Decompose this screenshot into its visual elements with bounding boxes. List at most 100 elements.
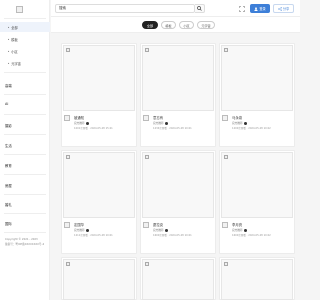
card-thumbnail[interactable] [142, 45, 214, 111]
login-button[interactable]: 登录 [250, 4, 270, 13]
sidebar-item-label: 元宇宙 [11, 61, 21, 66]
sidebar-divider [4, 154, 46, 155]
card-thumbnail[interactable] [63, 152, 135, 218]
sidebar-item-label: 房屋 [5, 183, 12, 188]
chevron-right-icon: ▸ [8, 61, 10, 65]
content-card[interactable] [140, 257, 216, 300]
card-owner-label: 官方推荐 [74, 228, 85, 232]
sidebar-item-photography[interactable]: 摄影 [0, 120, 50, 130]
card-meta: 1234次观看 · 2024-05-28 10:01 [153, 127, 192, 130]
card-title[interactable]: 定国华 [74, 222, 84, 227]
card-meta: 1211次观看 · 2024-05-28 10:01 [74, 234, 113, 237]
chevron-right-icon: ▸ [8, 49, 10, 53]
sidebar-item-ai[interactable]: AI [0, 99, 50, 109]
broken-image-icon [145, 262, 149, 266]
card-title[interactable]: 李月亮 [232, 222, 242, 227]
sidebar-divider [4, 134, 46, 135]
card-thumbnail[interactable] [63, 45, 135, 111]
broken-image-icon [66, 262, 70, 266]
sidebar-item-life[interactable]: 生活 [0, 140, 50, 150]
verified-badge-icon [165, 121, 169, 125]
content-card[interactable]: 李月亮 官方推荐 1600次观看 · 2024-05-28 10:02 [219, 150, 295, 254]
broken-image-icon [224, 155, 228, 159]
share-button-label: 分享 [282, 7, 290, 11]
content-card[interactable]: 马永泉 官方推荐 1200次观看 · 2024-05-28 10:02 [219, 43, 295, 147]
card-owner: 官方推荐 [74, 228, 90, 232]
card-title[interactable]: 蘑拉克 [153, 222, 163, 227]
content-card[interactable]: 意忘有 官方推荐 1234次观看 · 2024-05-28 10:01 [140, 43, 216, 147]
sidebar-divider [4, 114, 46, 115]
card-owner: 官方推荐 [153, 228, 169, 232]
card-owner: 官方推荐 [74, 121, 90, 125]
card-owner: 官方推荐 [232, 228, 248, 232]
search-input-value: 搜索 [59, 6, 66, 10]
sidebar-item-housing[interactable]: 房屋 [0, 180, 50, 190]
broken-image-icon [145, 155, 149, 159]
content-card[interactable] [61, 257, 137, 300]
card-avatar [64, 222, 70, 228]
verified-badge-icon [165, 228, 169, 232]
card-title[interactable]: 意忘有 [153, 115, 163, 120]
filter-chip-community[interactable]: 小区 [179, 21, 194, 29]
card-thumbnail[interactable] [142, 152, 214, 218]
sidebar-item-all[interactable]: ▸ 全部 [0, 22, 50, 32]
top-header: 搜索 登录 分享 [51, 0, 300, 17]
card-thumbnail[interactable] [142, 259, 214, 300]
filter-chip-all[interactable]: 全部 [142, 21, 158, 29]
sidebar-item-international[interactable]: 国际 [0, 218, 50, 228]
sidebar-item-templates[interactable]: ▸ 模板 [0, 34, 50, 44]
card-avatar [222, 222, 228, 228]
sidebar-item-community[interactable]: ▸ 小区 [0, 46, 50, 56]
card-owner: 官方推荐 [153, 121, 169, 125]
user-icon [254, 6, 258, 11]
card-owner-label: 官方推荐 [153, 228, 164, 232]
sidebar-divider [4, 174, 46, 175]
sidebar-item-label: 国际 [5, 221, 12, 226]
card-thumbnail[interactable] [221, 152, 293, 218]
search-icon [197, 6, 202, 11]
card-title[interactable]: 被通知 [74, 115, 84, 120]
sidebar-divider [4, 72, 46, 73]
broken-image-icon [66, 155, 70, 159]
search-button[interactable] [195, 4, 205, 13]
card-owner-label: 官方推荐 [232, 121, 243, 125]
sidebar-item-label: 模板 [11, 37, 18, 42]
filter-chip-metaverse[interactable]: 元宇宙 [197, 21, 215, 29]
verified-badge-icon [86, 121, 90, 125]
content-card[interactable]: 定国华 官方推荐 1211次观看 · 2024-05-28 10:01 [61, 150, 137, 254]
card-thumbnail[interactable] [63, 259, 135, 300]
verified-badge-icon [244, 121, 248, 125]
card-thumbnail[interactable] [221, 259, 293, 300]
sidebar-item-premium[interactable]: 高端 [0, 80, 50, 90]
search-input[interactable]: 搜索 [55, 4, 195, 13]
content-card[interactable]: 蘑拉克 官方推荐 1600次观看 · 2024-05-28 10:01 [140, 150, 216, 254]
sidebar-divider [4, 18, 46, 19]
fullscreen-icon[interactable] [238, 5, 245, 12]
card-title[interactable]: 马永泉 [232, 115, 242, 120]
content-card[interactable] [219, 257, 295, 300]
sidebar-item-label: 教育 [5, 163, 12, 168]
sidebar-item-education[interactable]: 教育 [0, 160, 50, 170]
broken-image-icon [145, 48, 149, 52]
card-meta: 1001次观看 · 2024-05-28 15:21 [74, 127, 113, 130]
sidebar-item-wedding[interactable]: 婚礼 [0, 199, 50, 209]
filter-chip-templates[interactable]: 模板 [161, 21, 176, 29]
card-avatar [143, 222, 149, 228]
card-owner-label: 官方推荐 [153, 121, 164, 125]
content-card[interactable]: 被通知 官方推荐 1001次观看 · 2024-05-28 15:21 [61, 43, 137, 147]
sidebar-divider [4, 213, 46, 214]
logo-image[interactable] [16, 6, 23, 13]
verified-badge-icon [244, 228, 248, 232]
share-button[interactable]: 分享 [273, 4, 294, 13]
card-avatar [222, 115, 228, 121]
card-thumbnail[interactable] [221, 45, 293, 111]
icp-record-link[interactable]: 备案号：粤ICP备XXXXXXXX号-4 [5, 243, 50, 247]
card-owner: 官方推荐 [232, 121, 248, 125]
copyright-text: Copyright © 2021 - 2023 [5, 238, 38, 241]
category-filter-bar: 全部 模板 小区 元宇宙 [51, 17, 300, 33]
sidebar-item-metaverse[interactable]: ▸ 元宇宙 [0, 58, 50, 68]
card-meta: 1200次观看 · 2024-05-28 10:02 [232, 127, 271, 130]
sidebar-item-label: 全部 [11, 25, 18, 30]
chevron-right-icon: ▸ [8, 25, 10, 29]
card-meta: 1600次观看 · 2024-05-28 10:02 [232, 234, 271, 237]
